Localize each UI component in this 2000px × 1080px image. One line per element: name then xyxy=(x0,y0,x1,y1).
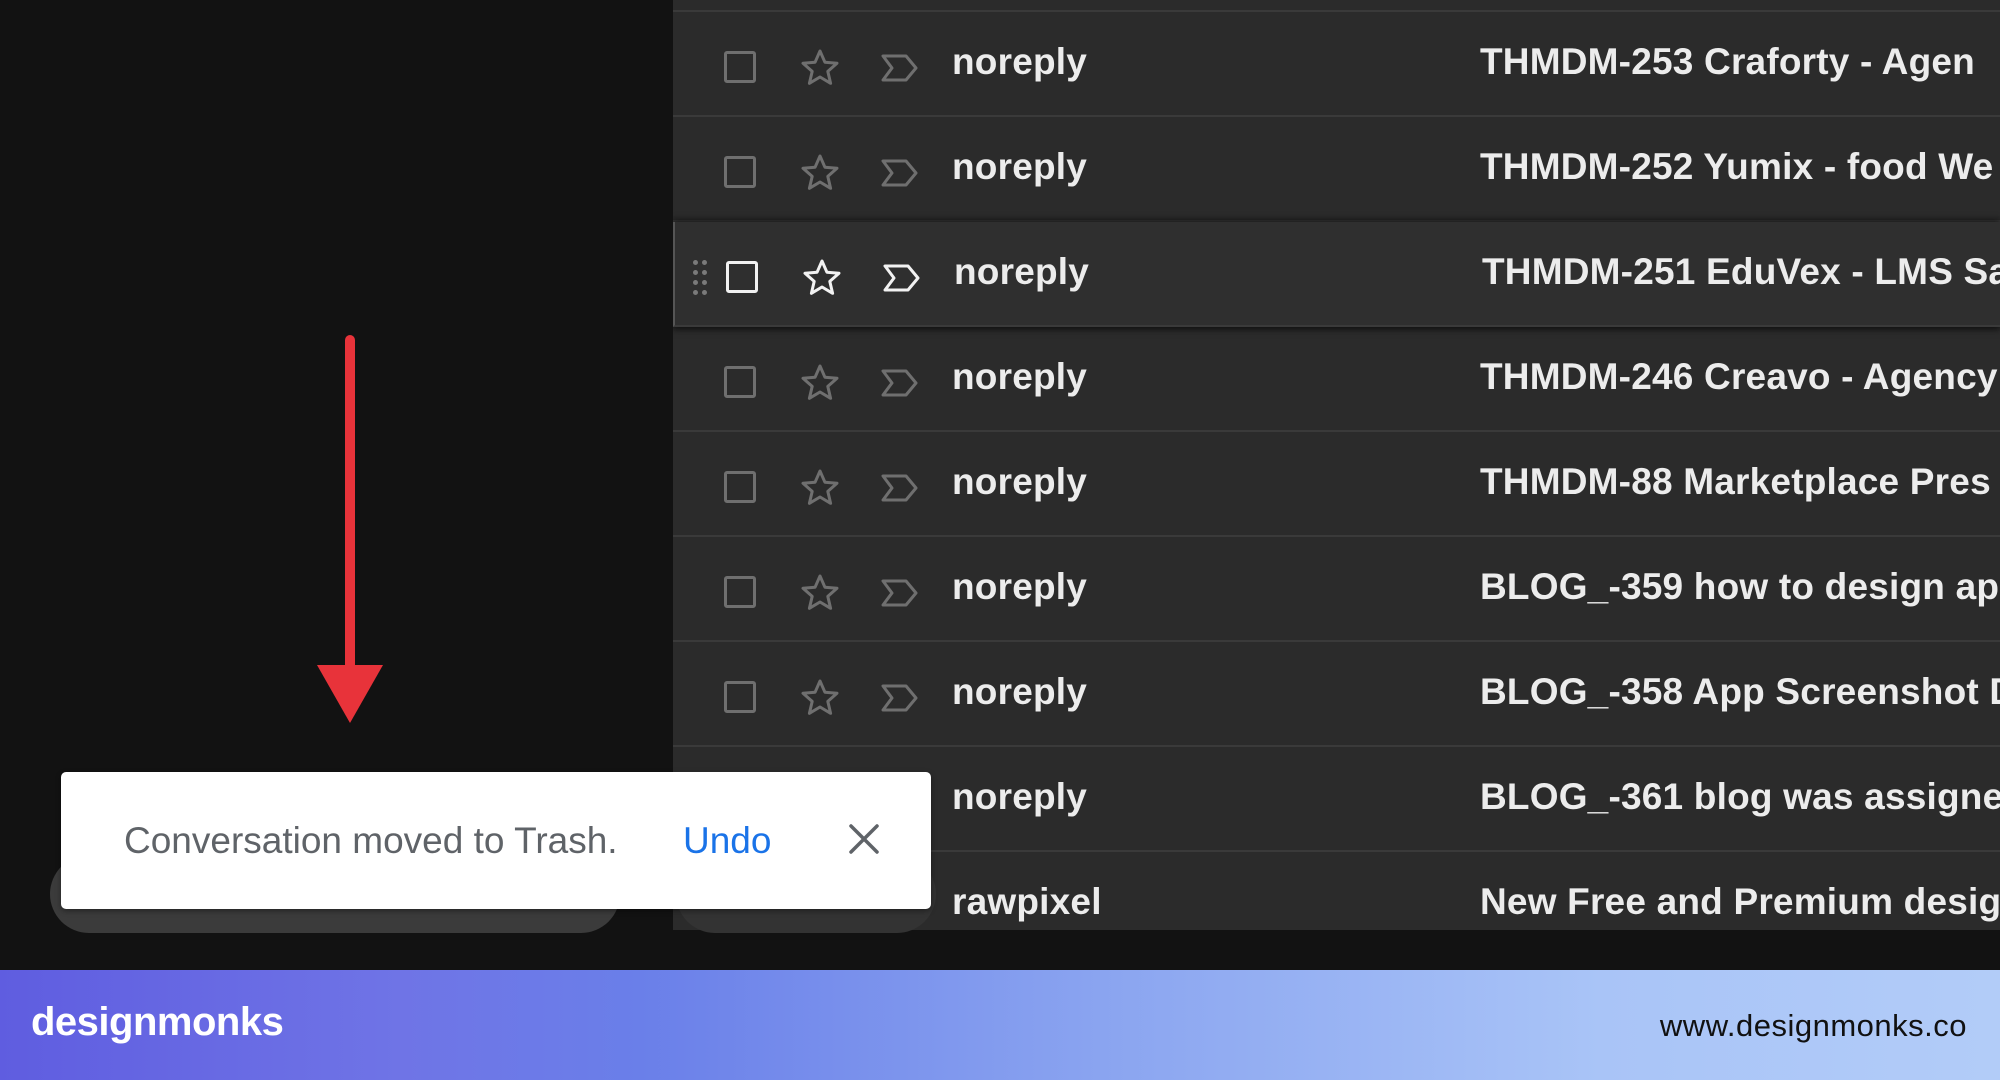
sender-name: noreply xyxy=(952,41,1088,82)
brand-footer: designmonks www.designmonks.co xyxy=(0,970,2000,1080)
star-icon[interactable] xyxy=(800,363,840,403)
subject-text: THMDM-252 Yumix - food We xyxy=(1480,146,1994,187)
table-row[interactable]: noreply THMDM-253 Craforty - Agen xyxy=(673,12,2000,117)
checkbox-icon[interactable] xyxy=(724,366,756,398)
sender-name: noreply xyxy=(952,776,1088,817)
designmonks-logo: designmonks xyxy=(31,1000,284,1044)
drag-handle-icon[interactable] xyxy=(693,260,715,296)
table-row[interactable]: noreply THMDM-251 EduVex - LMS Sa xyxy=(673,222,2000,327)
star-icon[interactable] xyxy=(800,573,840,613)
star-icon[interactable] xyxy=(800,153,840,193)
table-row[interactable]: noreply THMDM-246 Creavo - Agency xyxy=(673,327,2000,432)
checkbox-icon[interactable] xyxy=(724,681,756,713)
star-icon[interactable] xyxy=(802,258,842,298)
sender-name: rawpixel xyxy=(952,881,1102,922)
sender-name: noreply xyxy=(952,356,1088,397)
table-row[interactable]: noreply BLOG_-359 how to design ap xyxy=(673,537,2000,642)
important-marker-icon[interactable] xyxy=(882,262,922,294)
subject-text: THMDM-246 Creavo - Agency xyxy=(1480,356,1998,397)
star-icon[interactable] xyxy=(800,678,840,718)
important-marker-icon[interactable] xyxy=(880,472,920,504)
table-row[interactable]: noreply BLOG_-358 App Screenshot D xyxy=(673,642,2000,747)
subject-text: BLOG_-359 how to design ap xyxy=(1480,566,2000,607)
table-row[interactable]: noreply THMDM-252 Yumix - food We xyxy=(673,117,2000,222)
important-marker-icon[interactable] xyxy=(880,52,920,84)
checkbox-icon[interactable] xyxy=(724,51,756,83)
subject-text: BLOG_-361 blog was assigned xyxy=(1480,776,2000,817)
toast-message: Conversation moved to Trash. xyxy=(124,820,618,861)
star-icon[interactable] xyxy=(800,48,840,88)
sender-name: noreply xyxy=(952,461,1088,502)
checkbox-icon[interactable] xyxy=(726,261,758,293)
arrow-down-icon xyxy=(317,335,383,723)
checkbox-icon[interactable] xyxy=(724,576,756,608)
subject-text: BLOG_-358 App Screenshot D xyxy=(1480,671,2000,712)
checkbox-icon[interactable] xyxy=(724,156,756,188)
important-marker-icon[interactable] xyxy=(880,157,920,189)
table-row[interactable]: noreply THMDM-88 Marketplace Pres xyxy=(673,432,2000,537)
checkbox-icon[interactable] xyxy=(724,471,756,503)
snackbar-toast: Conversation moved to Trash. Undo xyxy=(61,772,931,909)
subject-text: THMDM-88 Marketplace Pres xyxy=(1480,461,1991,502)
subject-text: THMDM-251 EduVex - LMS Sa xyxy=(1482,251,2000,292)
subject-text: THMDM-253 Craforty - Agen xyxy=(1480,41,1975,82)
close-icon[interactable] xyxy=(844,819,884,859)
sender-name: noreply xyxy=(952,671,1088,712)
subject-text: New Free and Premium desig xyxy=(1480,881,2000,922)
sender-name: noreply xyxy=(954,251,1090,292)
undo-button[interactable]: Undo xyxy=(683,820,771,862)
important-marker-icon[interactable] xyxy=(880,682,920,714)
important-marker-icon[interactable] xyxy=(880,577,920,609)
important-marker-icon[interactable] xyxy=(880,367,920,399)
sender-name: noreply xyxy=(952,146,1088,187)
star-icon[interactable] xyxy=(800,468,840,508)
brand-url: www.designmonks.co xyxy=(1659,1008,1967,1043)
sender-name: noreply xyxy=(952,566,1088,607)
